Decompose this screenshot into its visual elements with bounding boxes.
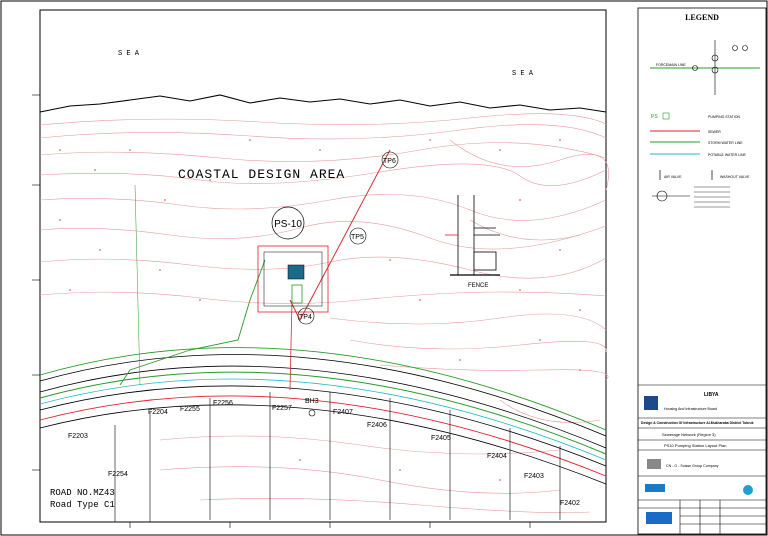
legend-manhole-symbol bbox=[650, 40, 760, 95]
fence-detail bbox=[445, 195, 500, 276]
sea-label-left: S E A bbox=[118, 50, 140, 58]
plot-label: F2405 bbox=[431, 435, 451, 442]
plot-label: F2203 bbox=[68, 433, 88, 440]
title-consultant: CN - G - Suisse Group Company bbox=[666, 464, 719, 468]
title-drawing: Sewerage Network (Region 3) bbox=[662, 432, 716, 437]
legend-entry: WASHOUT VALVE bbox=[720, 175, 750, 179]
legend-title: LEGEND bbox=[685, 13, 719, 22]
legend-manhole-detail bbox=[652, 186, 730, 208]
legend-entry: PUMPING STATION bbox=[708, 115, 740, 119]
hib-logo-icon bbox=[644, 396, 658, 410]
plot-label: F2204 bbox=[148, 409, 168, 416]
drawing-canvas[interactable]: TP6 TP5 TP4 PS-10 COASTAL DESIGN AREA S … bbox=[0, 0, 768, 536]
plot-label: F2407 bbox=[333, 409, 353, 416]
title-country: LIBYA bbox=[704, 392, 719, 398]
plot-label: F2406 bbox=[367, 422, 387, 429]
plot-label: F2254 bbox=[108, 471, 128, 478]
legend-entry: AIR VALVE bbox=[664, 175, 682, 179]
ps10-wetwell[interactable] bbox=[287, 264, 305, 280]
partner-logo-icon bbox=[743, 485, 753, 495]
plot-label: F2404 bbox=[487, 453, 507, 460]
legend-entry: STORM WATER LINE bbox=[708, 141, 743, 145]
sea-label-right: S E A bbox=[512, 70, 534, 78]
road-type-label: Road Type C1 bbox=[50, 500, 115, 510]
title-org: Housing And Infrastructure Board bbox=[664, 407, 718, 411]
road-name-label: ROAD NO.MZ43 bbox=[50, 488, 115, 498]
company-logo-icon bbox=[646, 512, 672, 524]
spot-heights bbox=[59, 139, 581, 481]
legend-entry: POTABLE WATER LINE bbox=[708, 153, 747, 157]
borehole-marker bbox=[308, 409, 316, 417]
legend-ps-symbol: PS bbox=[651, 114, 658, 120]
bh-label: BH3 bbox=[305, 398, 319, 405]
legend-ps-box bbox=[662, 112, 670, 120]
outer-frame bbox=[0, 0, 768, 536]
sewer-connection bbox=[289, 299, 293, 391]
bottom-ruler bbox=[129, 522, 531, 528]
tp-label: TP5 bbox=[351, 234, 364, 241]
fence-label: FENCE bbox=[468, 283, 488, 289]
legend-entry: SEWER bbox=[708, 130, 721, 134]
title-project: Design & Construction Of Infrastructure … bbox=[641, 421, 754, 425]
plot-label: F2256 bbox=[213, 400, 233, 407]
cad-drawing-sheet: TP6 TP5 TP4 PS-10 COASTAL DESIGN AREA S … bbox=[0, 0, 768, 536]
plot-label: F2255 bbox=[180, 406, 200, 413]
consultant-logo-icon bbox=[647, 459, 661, 469]
tp-label: TP6 bbox=[383, 158, 396, 165]
station-label: PS-10 bbox=[274, 219, 302, 230]
plot-label: F2257 bbox=[272, 405, 292, 412]
ps10-building bbox=[291, 284, 303, 304]
road-mz43 bbox=[39, 347, 607, 485]
contractor-logo-icon bbox=[645, 484, 665, 492]
left-ruler bbox=[32, 94, 40, 471]
coastal-area-label: COASTAL DESIGN AREA bbox=[178, 167, 345, 182]
coastline bbox=[39, 94, 607, 113]
title-sheet: PS10 Pumping Station Layout Plan bbox=[664, 443, 727, 448]
legend-entry: FORCEMAIN LINE bbox=[656, 63, 686, 67]
legend-frame bbox=[637, 7, 767, 535]
plot-label: F2403 bbox=[524, 473, 544, 480]
plot-label: F2402 bbox=[560, 500, 580, 507]
tp-label: TP4 bbox=[299, 314, 312, 321]
